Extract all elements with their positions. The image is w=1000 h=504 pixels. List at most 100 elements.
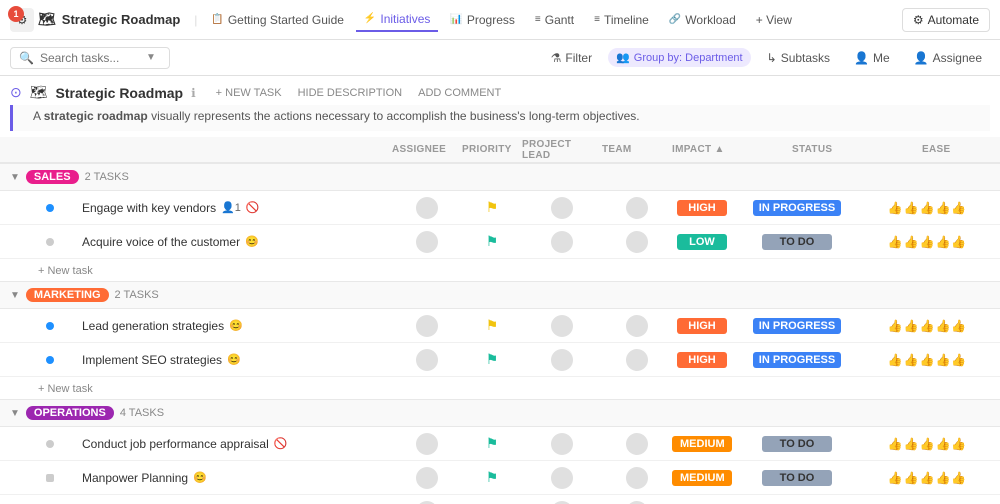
notification-count: 1 (13, 9, 18, 19)
team-cell (602, 231, 672, 253)
impact-cell: LOW (672, 234, 732, 250)
star1: 👍 (888, 471, 903, 485)
assignee-avatar (416, 433, 438, 455)
priority-cell: ⚑ (462, 435, 522, 452)
task-name: Conduct job performance appraisal (82, 437, 269, 451)
task-dot-gray (46, 440, 54, 448)
priority-flag-yellow: ⚑ (486, 199, 499, 216)
nav-divider: | (194, 13, 197, 27)
project-lead-cell (522, 231, 602, 253)
assignee-cell (392, 433, 462, 455)
task-warning-icon: 🚫 (274, 437, 288, 450)
star4: 👍 (935, 437, 950, 451)
timeline-icon: ≡ (594, 14, 600, 25)
task-name-cell: Engage with key vendors 👤1 🚫 (82, 201, 392, 215)
star2: 👍 (904, 471, 919, 485)
automate-icon: ⚙ (913, 13, 924, 27)
star2: 👍 (904, 201, 919, 215)
new-task-button[interactable]: + New task (38, 265, 93, 277)
col-status: STATUS (792, 144, 922, 155)
tab-initiatives[interactable]: ⚡ Initiatives (356, 8, 438, 32)
project-lead-cell (522, 467, 602, 489)
star3: 👍 (920, 437, 935, 451)
search-box[interactable]: 🔍 ▼ (10, 47, 170, 69)
task-row: Manpower Planning 😊 ⚑ MEDIUM TO DO 👍 👍 👍… (0, 461, 1000, 495)
task-row: Lead generation strategies 😊 ⚑ HIGH IN P… (0, 309, 1000, 343)
impact-cell: HIGH (672, 200, 732, 216)
project-header: ⊙ 🗺 Strategic Roadmap ℹ + NEW TASK HIDE … (0, 76, 1000, 105)
ease-cell: 👍 👍 👍 👍 👍 (862, 319, 992, 333)
assignee-button[interactable]: 👤 Assignee (906, 48, 990, 68)
project-lead-avatar (551, 501, 573, 504)
col-impact: IMPACT ▲ (672, 144, 792, 155)
sales-count: 2 TASKS (85, 171, 129, 183)
top-nav: 1 ⚙ 🗺 Strategic Roadmap | 📋 Getting Star… (0, 0, 1000, 40)
project-lead-cell (522, 349, 602, 371)
me-icon: 👤 (854, 51, 869, 65)
filter-button[interactable]: ⚗ Filter (543, 48, 600, 68)
star5: 👍 (951, 437, 966, 451)
project-lead-cell (522, 315, 602, 337)
status-cell: TO DO (732, 436, 862, 452)
project-logo: 🗺 (30, 84, 48, 101)
impact-badge: HIGH (677, 352, 727, 368)
team-avatar (626, 197, 648, 219)
hide-description-button[interactable]: HIDE DESCRIPTION (294, 85, 407, 101)
status-badge: IN PROGRESS (753, 352, 841, 368)
priority-cell: ⚑ (462, 199, 522, 216)
group-by-button[interactable]: 👥 Group by: Department (608, 48, 751, 67)
assignee-cell (392, 349, 462, 371)
team-cell (602, 433, 672, 455)
assignee-avatar (416, 467, 438, 489)
check-cell (46, 356, 82, 364)
tab-progress[interactable]: 📊 Progress (442, 9, 522, 31)
collapse-icon[interactable]: ⊙ (10, 84, 22, 101)
tab-plus-view[interactable]: + View (748, 9, 800, 31)
me-button[interactable]: 👤 Me (846, 48, 898, 68)
start-date-cell: Dec 6 (992, 320, 1000, 332)
task-row: Acquire voice of the customer 😊 ⚑ LOW TO… (0, 225, 1000, 259)
star3: 👍 (920, 471, 935, 485)
getting-started-icon: 📋 (211, 14, 223, 25)
new-task-button[interactable]: + NEW TASK (212, 85, 286, 101)
search-input[interactable] (40, 51, 140, 65)
add-comment-button[interactable]: ADD COMMENT (414, 85, 505, 101)
project-info-icon[interactable]: ℹ (191, 86, 196, 100)
project-lead-avatar (551, 349, 573, 371)
tab-workload[interactable]: 🔗 Workload (661, 9, 744, 31)
group-header-sales[interactable]: ▼ SALES 2 TASKS (0, 163, 1000, 191)
star3: 👍 (920, 353, 935, 367)
priority-flag: ⚑ (486, 469, 499, 486)
priority-flag: ⚑ (486, 435, 499, 452)
team-avatar (626, 349, 648, 371)
main-content: ⊙ 🗺 Strategic Roadmap ℹ + NEW TASK HIDE … (0, 76, 1000, 504)
automate-button[interactable]: ⚙ Automate (902, 8, 990, 32)
subtasks-button[interactable]: ↳ Subtasks (759, 48, 838, 68)
search-dropdown-icon[interactable]: ▼ (146, 52, 156, 63)
star4: 👍 (935, 319, 950, 333)
status-cell: IN PROGRESS (732, 352, 862, 368)
task-name-cell: Acquire voice of the customer 😊 (82, 235, 392, 249)
start-date-cell: Fri (992, 202, 1000, 214)
status-badge: IN PROGRESS (753, 318, 841, 334)
operations-chevron: ▼ (10, 408, 20, 419)
group-header-marketing[interactable]: ▼ MARKETING 2 TASKS (0, 281, 1000, 309)
task-name: Acquire voice of the customer (82, 235, 240, 249)
team-cell (602, 349, 672, 371)
group-icon: 👥 (616, 51, 630, 64)
team-avatar (626, 315, 648, 337)
app-title: 🗺 Strategic Roadmap (38, 11, 180, 28)
team-cell (602, 197, 672, 219)
progress-icon: 📊 (450, 14, 462, 25)
group-header-operations[interactable]: ▼ OPERATIONS 4 TASKS (0, 399, 1000, 427)
tab-getting-started[interactable]: 📋 Getting Started Guide (203, 9, 352, 31)
impact-badge: HIGH (677, 318, 727, 334)
tab-gantt[interactable]: ≡ Gantt (527, 9, 582, 31)
tab-timeline[interactable]: ≡ Timeline (586, 9, 657, 31)
priority-flag: ⚑ (486, 317, 499, 334)
team-cell (602, 467, 672, 489)
check-cell (46, 474, 82, 482)
start-date-cell: 4/18/23 (992, 236, 1000, 248)
status-cell: IN PROGRESS (732, 318, 862, 334)
new-task-button[interactable]: + New task (38, 383, 93, 395)
